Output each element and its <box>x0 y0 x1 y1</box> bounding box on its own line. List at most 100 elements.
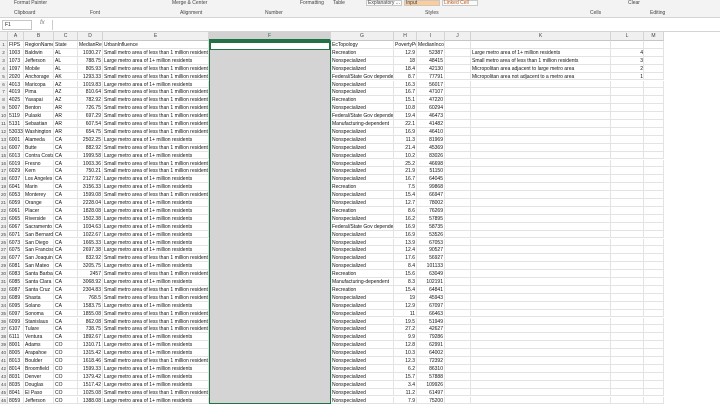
cell-e[interactable]: Small metro area of less than 1 million … <box>103 159 209 168</box>
cell-l[interactable] <box>611 270 644 278</box>
cell-c[interactable]: CA <box>54 151 78 160</box>
cell-d[interactable]: 1379.42 <box>78 372 103 381</box>
cell-a[interactable]: 6059 <box>8 199 24 207</box>
cell-j[interactable] <box>445 120 471 128</box>
cell-c[interactable]: CA <box>54 175 78 184</box>
cell-k[interactable] <box>471 167 611 176</box>
conditional-formatting-button[interactable]: Formatting <box>300 0 324 6</box>
cell-e[interactable]: Small metro area of less than 1 million … <box>103 143 209 152</box>
cell-g[interactable]: Nonspecialized <box>331 254 394 263</box>
cell-m[interactable] <box>644 388 664 397</box>
cell-l[interactable] <box>611 333 644 342</box>
cell-i[interactable]: 64841 <box>417 285 445 294</box>
cell-d[interactable]: 882.92 <box>78 143 103 152</box>
cell-l[interactable] <box>611 120 644 128</box>
cell-k[interactable] <box>471 199 611 207</box>
row-header[interactable]: 40 <box>0 349 8 357</box>
row-header[interactable]: 6 <box>0 80 8 89</box>
cell-m[interactable] <box>644 151 664 160</box>
cell-c[interactable]: CA <box>54 262 78 271</box>
cell-d[interactable]: 810.64 <box>78 88 103 97</box>
cell-d[interactable]: 1025.08 <box>78 388 103 397</box>
cell-j[interactable] <box>445 175 471 184</box>
cell-e[interactable]: Large metro area of 1+ million residents <box>103 199 209 207</box>
cell-a[interactable]: 6107 <box>8 325 24 334</box>
cell-e[interactable]: Large metro area of 1+ million residents <box>103 214 209 223</box>
cell-l[interactable] <box>611 388 644 397</box>
cell-k[interactable] <box>471 191 611 199</box>
cell-a[interactable]: 53033 <box>8 127 24 136</box>
cell-k[interactable] <box>471 309 611 318</box>
cell-c[interactable]: CA <box>54 285 78 294</box>
column-header-f[interactable]: F <box>209 32 331 41</box>
cell-l[interactable] <box>611 41 644 49</box>
row-header[interactable]: 45 <box>0 388 8 397</box>
cell-j[interactable] <box>445 104 471 113</box>
cell-a[interactable]: 6037 <box>8 175 24 184</box>
cell-g[interactable]: Nonspecialized <box>331 396 394 404</box>
cell-c[interactable]: AL <box>54 64 78 73</box>
cell-e[interactable]: Large metro area of 1+ million residents <box>103 135 209 144</box>
cell-l[interactable] <box>611 214 644 223</box>
cell-i[interactable]: 45369 <box>417 143 445 152</box>
cell-k[interactable] <box>471 325 611 334</box>
formula-input[interactable] <box>58 20 716 30</box>
cell-j[interactable] <box>445 72 471 81</box>
cell-a[interactable]: 2020 <box>8 72 24 81</box>
cell-l[interactable] <box>611 159 644 168</box>
cell-d[interactable]: 1502.38 <box>78 214 103 223</box>
cell-g[interactable]: Nonspecialized <box>331 80 394 89</box>
cell-l[interactable] <box>611 230 644 239</box>
cell-j[interactable] <box>445 246 471 255</box>
cell-g[interactable]: Nonspecialized <box>331 159 394 168</box>
cell-h[interactable]: 7.5 <box>394 183 417 192</box>
cell-h[interactable]: 3.4 <box>394 380 417 389</box>
cell-a[interactable]: 5131 <box>8 120 24 128</box>
cell-h[interactable]: 15.4 <box>394 191 417 199</box>
cell-b[interactable]: Yavapai <box>24 96 54 105</box>
cell-c[interactable]: AR <box>54 127 78 136</box>
cell-k[interactable] <box>471 246 611 255</box>
cell-d[interactable]: 1665.33 <box>78 238 103 247</box>
cell-h[interactable]: 9.9 <box>394 333 417 342</box>
cell-m[interactable] <box>644 357 664 365</box>
column-header-k[interactable]: K <box>471 32 611 41</box>
cell-e[interactable]: Large metro area of 1+ million residents <box>103 183 209 192</box>
cell-d[interactable]: 805.93 <box>78 64 103 73</box>
cell-j[interactable] <box>445 214 471 223</box>
cell-e[interactable]: Small metro area of less than 1 million … <box>103 88 209 97</box>
cell-k[interactable] <box>471 214 611 223</box>
cell-l[interactable] <box>611 364 644 373</box>
cell-j[interactable] <box>445 230 471 239</box>
cell-k[interactable] <box>471 357 611 365</box>
cell-j[interactable] <box>445 325 471 334</box>
cell-m[interactable] <box>644 333 664 342</box>
cell-i[interactable]: MedianIncome <box>417 41 445 49</box>
cell-e[interactable]: Small metro area of less than 1 million … <box>103 48 209 57</box>
cell-m[interactable] <box>644 293 664 302</box>
style-input[interactable]: Input <box>404 0 440 6</box>
cell-e[interactable]: Large metro area of 1+ million residents <box>103 301 209 310</box>
cell-d[interactable]: 782.92 <box>78 96 103 105</box>
cell-g[interactable]: Nonspecialized <box>331 199 394 207</box>
cell-c[interactable]: CO <box>54 357 78 365</box>
cell-a[interactable]: 6089 <box>8 293 24 302</box>
cell-g[interactable]: Nonspecialized <box>331 262 394 271</box>
cell-j[interactable] <box>445 396 471 404</box>
cell-j[interactable] <box>445 112 471 120</box>
row-header[interactable]: 10 <box>0 112 8 120</box>
cell-c[interactable]: CA <box>54 254 78 263</box>
row-header[interactable]: 31 <box>0 278 8 286</box>
cell-e[interactable]: Large metro area of 1+ million residents <box>103 396 209 404</box>
cell-m[interactable] <box>644 120 664 128</box>
cell-l[interactable] <box>611 88 644 97</box>
cell-j[interactable] <box>445 293 471 302</box>
row-header[interactable]: 23 <box>0 214 8 223</box>
cell-d[interactable]: 2502.25 <box>78 135 103 144</box>
cell-a[interactable]: 6075 <box>8 246 24 255</box>
cell-j[interactable] <box>445 388 471 397</box>
cell-j[interactable] <box>445 143 471 152</box>
cell-d[interactable]: 1310.71 <box>78 341 103 350</box>
cell-k[interactable] <box>471 175 611 184</box>
cell-d[interactable]: 1828.08 <box>78 206 103 215</box>
